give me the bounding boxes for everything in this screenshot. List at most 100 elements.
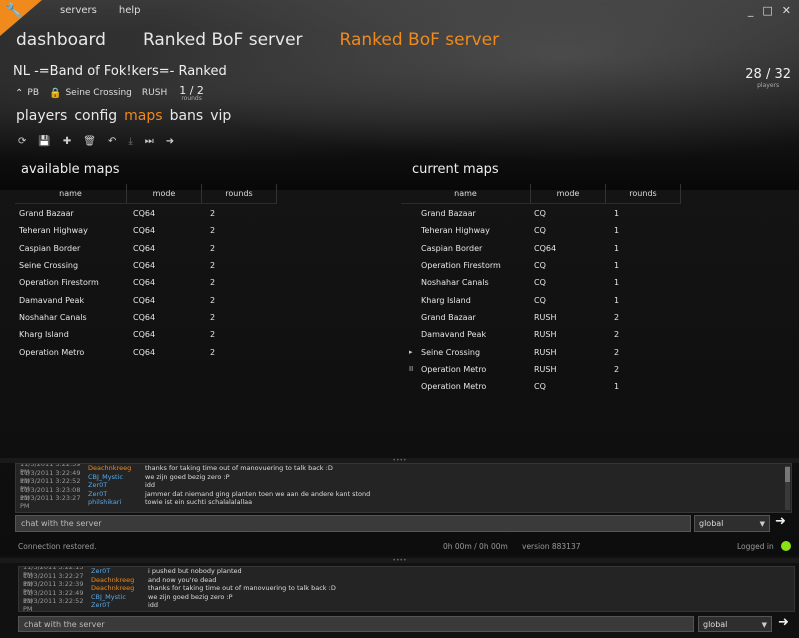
tab-maps[interactable]: maps bbox=[124, 108, 162, 124]
map-name: Seine Crossing bbox=[421, 347, 481, 357]
chat-line: 11/3/2011 3:22:49 PM CBJ_Mystic we zijn go… bbox=[16, 469, 791, 485]
column-mode[interactable]: mode bbox=[531, 184, 606, 203]
map-row[interactable]: Caspian Border CQ64 1 bbox=[409, 240, 689, 257]
map-name: Damavand Peak bbox=[421, 330, 487, 340]
map-mode: CQ64 bbox=[534, 243, 557, 253]
map-row[interactable]: Kharg Island CQ64 2 bbox=[19, 326, 285, 343]
chat-player-name[interactable]: Deachnkreeg bbox=[91, 576, 148, 584]
map-name: Grand Bazaar bbox=[19, 209, 74, 219]
send-button-lower[interactable]: ➜ bbox=[778, 615, 789, 630]
map-rounds: 1 bbox=[614, 243, 620, 253]
map-row[interactable]: ▸ Seine Crossing RUSH 2 bbox=[409, 343, 689, 360]
map-row[interactable]: Operation Metro CQ64 2 bbox=[19, 343, 285, 360]
map-mode: RUSH bbox=[534, 347, 557, 357]
map-row[interactable]: Damavand Peak CQ64 2 bbox=[19, 291, 285, 308]
chat-input-lower[interactable]: chat with the server bbox=[18, 616, 694, 632]
chevron-up-icon: ⌃ bbox=[15, 87, 24, 99]
punkbuster-label: PB bbox=[27, 88, 39, 98]
chat-log: 11/3/2011 3:22:39 PM Deachnkreeg thanks fo… bbox=[15, 463, 792, 513]
column-name[interactable]: name bbox=[15, 184, 127, 203]
map-mode: RUSH bbox=[534, 364, 557, 374]
chat-scope-select[interactable]: global ▼ bbox=[694, 515, 770, 532]
map-row[interactable]: Teheran Highway CQ64 2 bbox=[19, 222, 285, 239]
chat-player-name[interactable]: philshikari bbox=[88, 498, 145, 506]
save-icon[interactable]: 💾 bbox=[38, 136, 50, 147]
chat-player-name[interactable]: Zer0T bbox=[91, 567, 148, 575]
map-row[interactable]: Seine Crossing CQ64 2 bbox=[19, 257, 285, 274]
download-icon[interactable]: ⤓ bbox=[128, 136, 132, 147]
add-icon[interactable]: ✚ bbox=[63, 136, 71, 147]
map-name: Teheran Highway bbox=[421, 226, 490, 236]
chat-line: 11/3/2011 3:22:49 PM CBJ_Mystic we zijn go… bbox=[19, 589, 794, 605]
chat-line: 11/3/2011 3:22:15 PM Zer0T i pushed but no… bbox=[19, 567, 794, 579]
chat-player-name[interactable]: Zer0T bbox=[88, 490, 145, 498]
map-row[interactable]: Caspian Border CQ64 2 bbox=[19, 240, 285, 257]
tab-config[interactable]: config bbox=[74, 108, 117, 124]
chat-player-name[interactable]: Zer0T bbox=[88, 481, 145, 489]
chat-message-text: idd bbox=[148, 601, 159, 610]
map-row[interactable]: Grand Bazaar RUSH 2 bbox=[409, 309, 689, 326]
map-row[interactable]: Kharg Island CQ 1 bbox=[409, 291, 689, 308]
refresh-icon[interactable]: ⟳ bbox=[18, 136, 26, 147]
chat-player-name[interactable]: CBJ_Mystic bbox=[91, 593, 148, 601]
map-name: Noshahar Canals bbox=[19, 312, 87, 322]
next-round-marker-icon: II bbox=[409, 365, 414, 374]
chat-scope-select-lower[interactable]: global ▼ bbox=[698, 616, 772, 632]
delete-icon[interactable]: 🗑 bbox=[83, 136, 96, 147]
map-row[interactable]: Grand Bazaar CQ 1 bbox=[409, 205, 689, 222]
chat-player-name[interactable]: CBJ_Mystic bbox=[88, 473, 145, 481]
undo-icon[interactable]: ↶ bbox=[108, 136, 116, 147]
map-row[interactable]: Operation Metro CQ 1 bbox=[409, 378, 689, 395]
column-rounds[interactable]: rounds bbox=[202, 184, 277, 203]
server-name: NL -=Band of Fok!kers=- Ranked bbox=[13, 64, 227, 79]
tab-server-1[interactable]: Ranked BoF server bbox=[143, 30, 303, 50]
column-rounds[interactable]: rounds bbox=[606, 184, 681, 203]
tab-dashboard[interactable]: dashboard bbox=[16, 30, 106, 50]
arrow-right-icon[interactable]: ➜ bbox=[166, 136, 174, 147]
close-icon[interactable]: ✕ bbox=[782, 4, 791, 17]
map-name: Caspian Border bbox=[421, 243, 483, 253]
chat-input[interactable]: chat with the server bbox=[15, 515, 691, 532]
skip-icon[interactable]: ⏭ bbox=[145, 136, 154, 147]
map-rounds: 2 bbox=[614, 330, 620, 340]
chat-message-text: we zijn goed bezig zero :P bbox=[145, 472, 230, 481]
map-mode: CQ64 bbox=[133, 243, 156, 253]
map-mode: CQ64 bbox=[133, 347, 156, 357]
chat-scrollbar-thumb[interactable] bbox=[785, 467, 790, 483]
map-row[interactable]: Grand Bazaar CQ64 2 bbox=[19, 205, 285, 222]
current-maps-title: current maps bbox=[412, 162, 499, 177]
chat-line: 11/3/2011 3:23:27 PM philshikari towie ist… bbox=[16, 494, 791, 510]
chat-player-name[interactable]: Zer0T bbox=[91, 601, 148, 609]
map-rounds: 2 bbox=[614, 364, 620, 374]
map-rounds: 1 bbox=[614, 278, 620, 288]
map-row[interactable]: Damavand Peak RUSH 2 bbox=[409, 326, 689, 343]
map-rounds: 1 bbox=[614, 295, 620, 305]
menu-servers[interactable]: servers bbox=[60, 5, 97, 16]
tab-bans[interactable]: bans bbox=[170, 108, 204, 124]
map-mode: CQ bbox=[534, 226, 546, 236]
map-row[interactable]: Teheran Highway CQ 1 bbox=[409, 222, 689, 239]
menu-help[interactable]: help bbox=[119, 5, 141, 16]
chat-player-name[interactable]: Deachnkreeg bbox=[91, 584, 148, 592]
column-mode[interactable]: mode bbox=[127, 184, 202, 203]
maximize-icon[interactable]: □ bbox=[762, 4, 772, 17]
available-maps-header: name mode rounds bbox=[15, 184, 277, 204]
tab-vip[interactable]: vip bbox=[210, 108, 231, 124]
chat-player-name[interactable]: Deachnkreeg bbox=[88, 464, 145, 472]
lower-splitter[interactable]: •••• bbox=[0, 558, 799, 564]
tab-players[interactable]: players bbox=[16, 108, 67, 124]
map-row[interactable]: II Operation Metro RUSH 2 bbox=[409, 361, 689, 378]
tab-server-2[interactable]: Ranked BoF server bbox=[340, 30, 500, 50]
player-count: 28 / 32 players bbox=[745, 67, 791, 89]
map-row[interactable]: Operation Firestorm CQ 1 bbox=[409, 257, 689, 274]
map-mode: CQ64 bbox=[133, 312, 156, 322]
column-name[interactable]: name bbox=[401, 184, 531, 203]
chat-scrollbar[interactable] bbox=[785, 466, 790, 510]
map-row[interactable]: Operation Firestorm CQ64 2 bbox=[19, 274, 285, 291]
send-button[interactable]: ➜ bbox=[775, 514, 786, 529]
map-row[interactable]: Noshahar Canals CQ 1 bbox=[409, 274, 689, 291]
map-row[interactable]: Noshahar Canals CQ64 2 bbox=[19, 309, 285, 326]
minimize-icon[interactable]: _ bbox=[748, 4, 754, 17]
chat-message-text: we zijn goed bezig zero :P bbox=[148, 592, 233, 601]
map-rounds: 2 bbox=[210, 209, 216, 219]
